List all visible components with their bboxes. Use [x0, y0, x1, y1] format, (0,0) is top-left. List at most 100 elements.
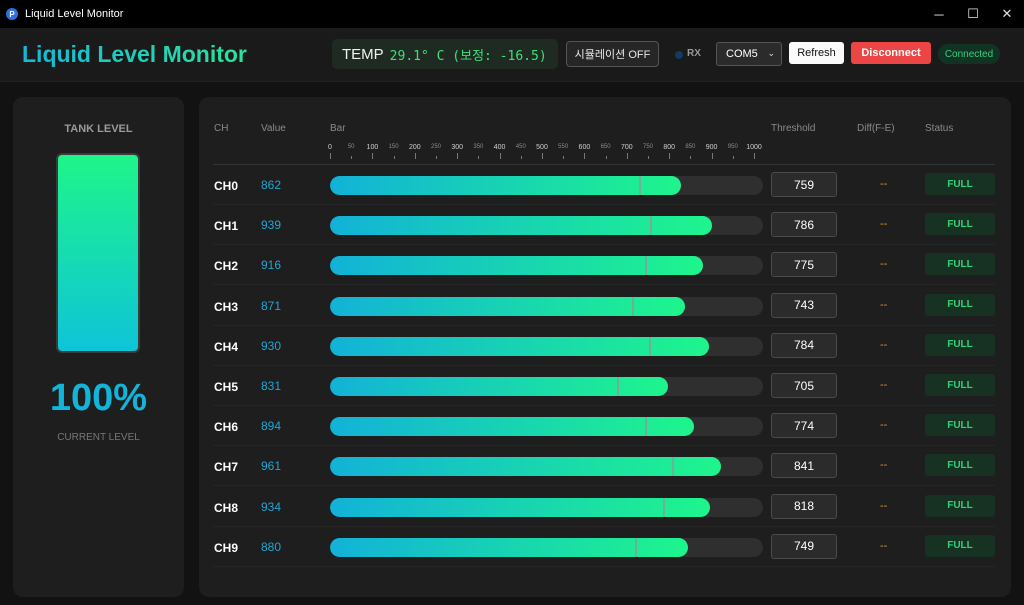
channel-row: CH9 880 749 -- FULL: [199, 527, 1011, 567]
maximize-icon[interactable]: ☐: [956, 0, 990, 28]
scale-tick-label: 1000: [746, 144, 762, 151]
channel-row: CH1 939 786 -- FULL: [199, 205, 1011, 246]
threshold-input[interactable]: 784: [771, 332, 837, 358]
threshold-marker: [645, 417, 648, 437]
scale-tick: [414, 153, 416, 159]
scale-tick-label: 300: [451, 144, 464, 151]
channel-row: CH2 916 775 -- FULL: [199, 245, 1011, 286]
diff-value: --: [880, 258, 888, 271]
channels-panel: CH Value Bar Threshold Diff(F-E) Status …: [199, 97, 1011, 597]
refresh-button[interactable]: Refresh: [789, 42, 844, 64]
level-bar: [330, 497, 763, 517]
channel-value: 916: [261, 258, 282, 273]
scale-tick-label: 50: [347, 144, 355, 150]
scale-tick: [478, 156, 480, 159]
channel-name: CH2: [214, 259, 239, 274]
threshold-marker: [645, 256, 648, 276]
scale-tick-label: 450: [515, 144, 526, 150]
channel-name: CH5: [214, 380, 239, 394]
scale-tick-label: 500: [536, 144, 548, 151]
column-header-threshold: Threshold: [771, 123, 816, 134]
scale-tick: [754, 153, 755, 159]
disconnect-button[interactable]: Disconnect: [851, 42, 931, 64]
threshold-marker: [632, 296, 635, 316]
channel-value: 831: [261, 379, 282, 393]
scale-tick-label: 350: [473, 144, 484, 150]
app-title: Liquid Level Monitor: [22, 41, 247, 67]
tank-panel: TANK LEVEL 100% CURRENT LEVEL: [13, 97, 184, 597]
threshold-marker: [634, 537, 637, 557]
scale-tick-label: 150: [388, 144, 399, 150]
close-icon[interactable]: ✕: [990, 0, 1024, 28]
scale-tick: [372, 153, 374, 159]
threshold-marker: [649, 216, 652, 236]
channel-row: CH7 961 841 -- FULL: [199, 446, 1011, 487]
tank-gauge: [56, 153, 140, 353]
scale-tick: [648, 156, 649, 159]
channel-name: CH3: [214, 299, 239, 314]
threshold-marker: [649, 336, 652, 356]
threshold-input[interactable]: 775: [771, 252, 837, 278]
column-header-diff: Diff(F-E): [857, 123, 895, 134]
scale-tick-label: 900: [705, 144, 718, 151]
column-header-bar: Bar: [330, 123, 346, 134]
rx-indicator-icon: [675, 51, 683, 59]
threshold-input[interactable]: 786: [771, 212, 837, 238]
tank-subtitle: CURRENT LEVEL: [57, 432, 140, 443]
level-bar: [330, 296, 763, 316]
threshold-input[interactable]: 743: [771, 292, 837, 318]
threshold-input[interactable]: 774: [771, 413, 837, 439]
column-header-ch: CH: [214, 123, 229, 134]
diff-value: --: [880, 459, 888, 472]
status-badge: FULL: [925, 414, 995, 437]
scale-tick: [563, 156, 565, 159]
threshold-input[interactable]: 818: [771, 493, 837, 519]
diff-value: --: [880, 379, 888, 391]
scale-tick-label: 0: [328, 144, 332, 151]
scale-tick-label: 750: [642, 144, 654, 150]
channel-value: 894: [261, 419, 282, 434]
level-bar: [330, 457, 763, 477]
scale-tick: [626, 153, 628, 159]
level-bar-fill: [330, 296, 685, 316]
level-bar-fill: [330, 336, 709, 356]
channel-value: 862: [261, 178, 282, 192]
level-bar-fill: [330, 216, 713, 236]
scale-tick-label: 950: [727, 144, 738, 150]
channel-value: 871: [261, 298, 282, 313]
threshold-marker: [616, 377, 619, 396]
threshold-marker: [638, 176, 641, 195]
threshold-input[interactable]: 841: [771, 453, 837, 479]
channel-value: 939: [261, 218, 282, 233]
status-badge: FULL: [925, 253, 995, 276]
channel-value: 934: [261, 499, 282, 514]
scale-tick-label: 550: [558, 144, 569, 150]
app-header: Liquid Level Monitor TEMP 29.1° C (보정: -…: [0, 28, 1024, 82]
bar-scale: 0 50 100 150 200 250 300 350 400 450 500 550 600 650 7…: [328, 144, 762, 162]
level-bar-fill: [330, 497, 711, 517]
threshold-input[interactable]: 705: [771, 373, 837, 398]
channel-name: CH7: [214, 460, 239, 475]
channel-name: CH0: [214, 179, 239, 193]
channel-row: CH6 894 774 -- FULL: [199, 406, 1011, 447]
threshold-input[interactable]: 759: [771, 172, 837, 197]
app-icon: P: [6, 8, 18, 20]
status-badge: FULL: [925, 374, 995, 396]
diff-value: --: [880, 298, 888, 311]
level-bar-fill: [330, 176, 681, 195]
scale-tick: [669, 153, 671, 159]
simulation-toggle-button[interactable]: 시뮬레이션 OFF: [566, 41, 659, 67]
scale-tick: [436, 156, 437, 159]
threshold-input[interactable]: 749: [771, 533, 837, 559]
port-select[interactable]: COM5 ⌄: [716, 42, 782, 66]
scale-tick: [732, 156, 734, 159]
minimize-icon[interactable]: ─: [922, 0, 956, 28]
level-bar: [330, 417, 763, 437]
channel-value: 880: [261, 539, 282, 554]
row-divider: [213, 565, 995, 567]
rx-label: RX: [687, 48, 701, 59]
scale-tick-label: 850: [685, 144, 696, 150]
tank-percent: 100%: [49, 377, 148, 419]
scale-tick-label: 200: [408, 144, 421, 151]
status-badge: FULL: [925, 454, 995, 477]
